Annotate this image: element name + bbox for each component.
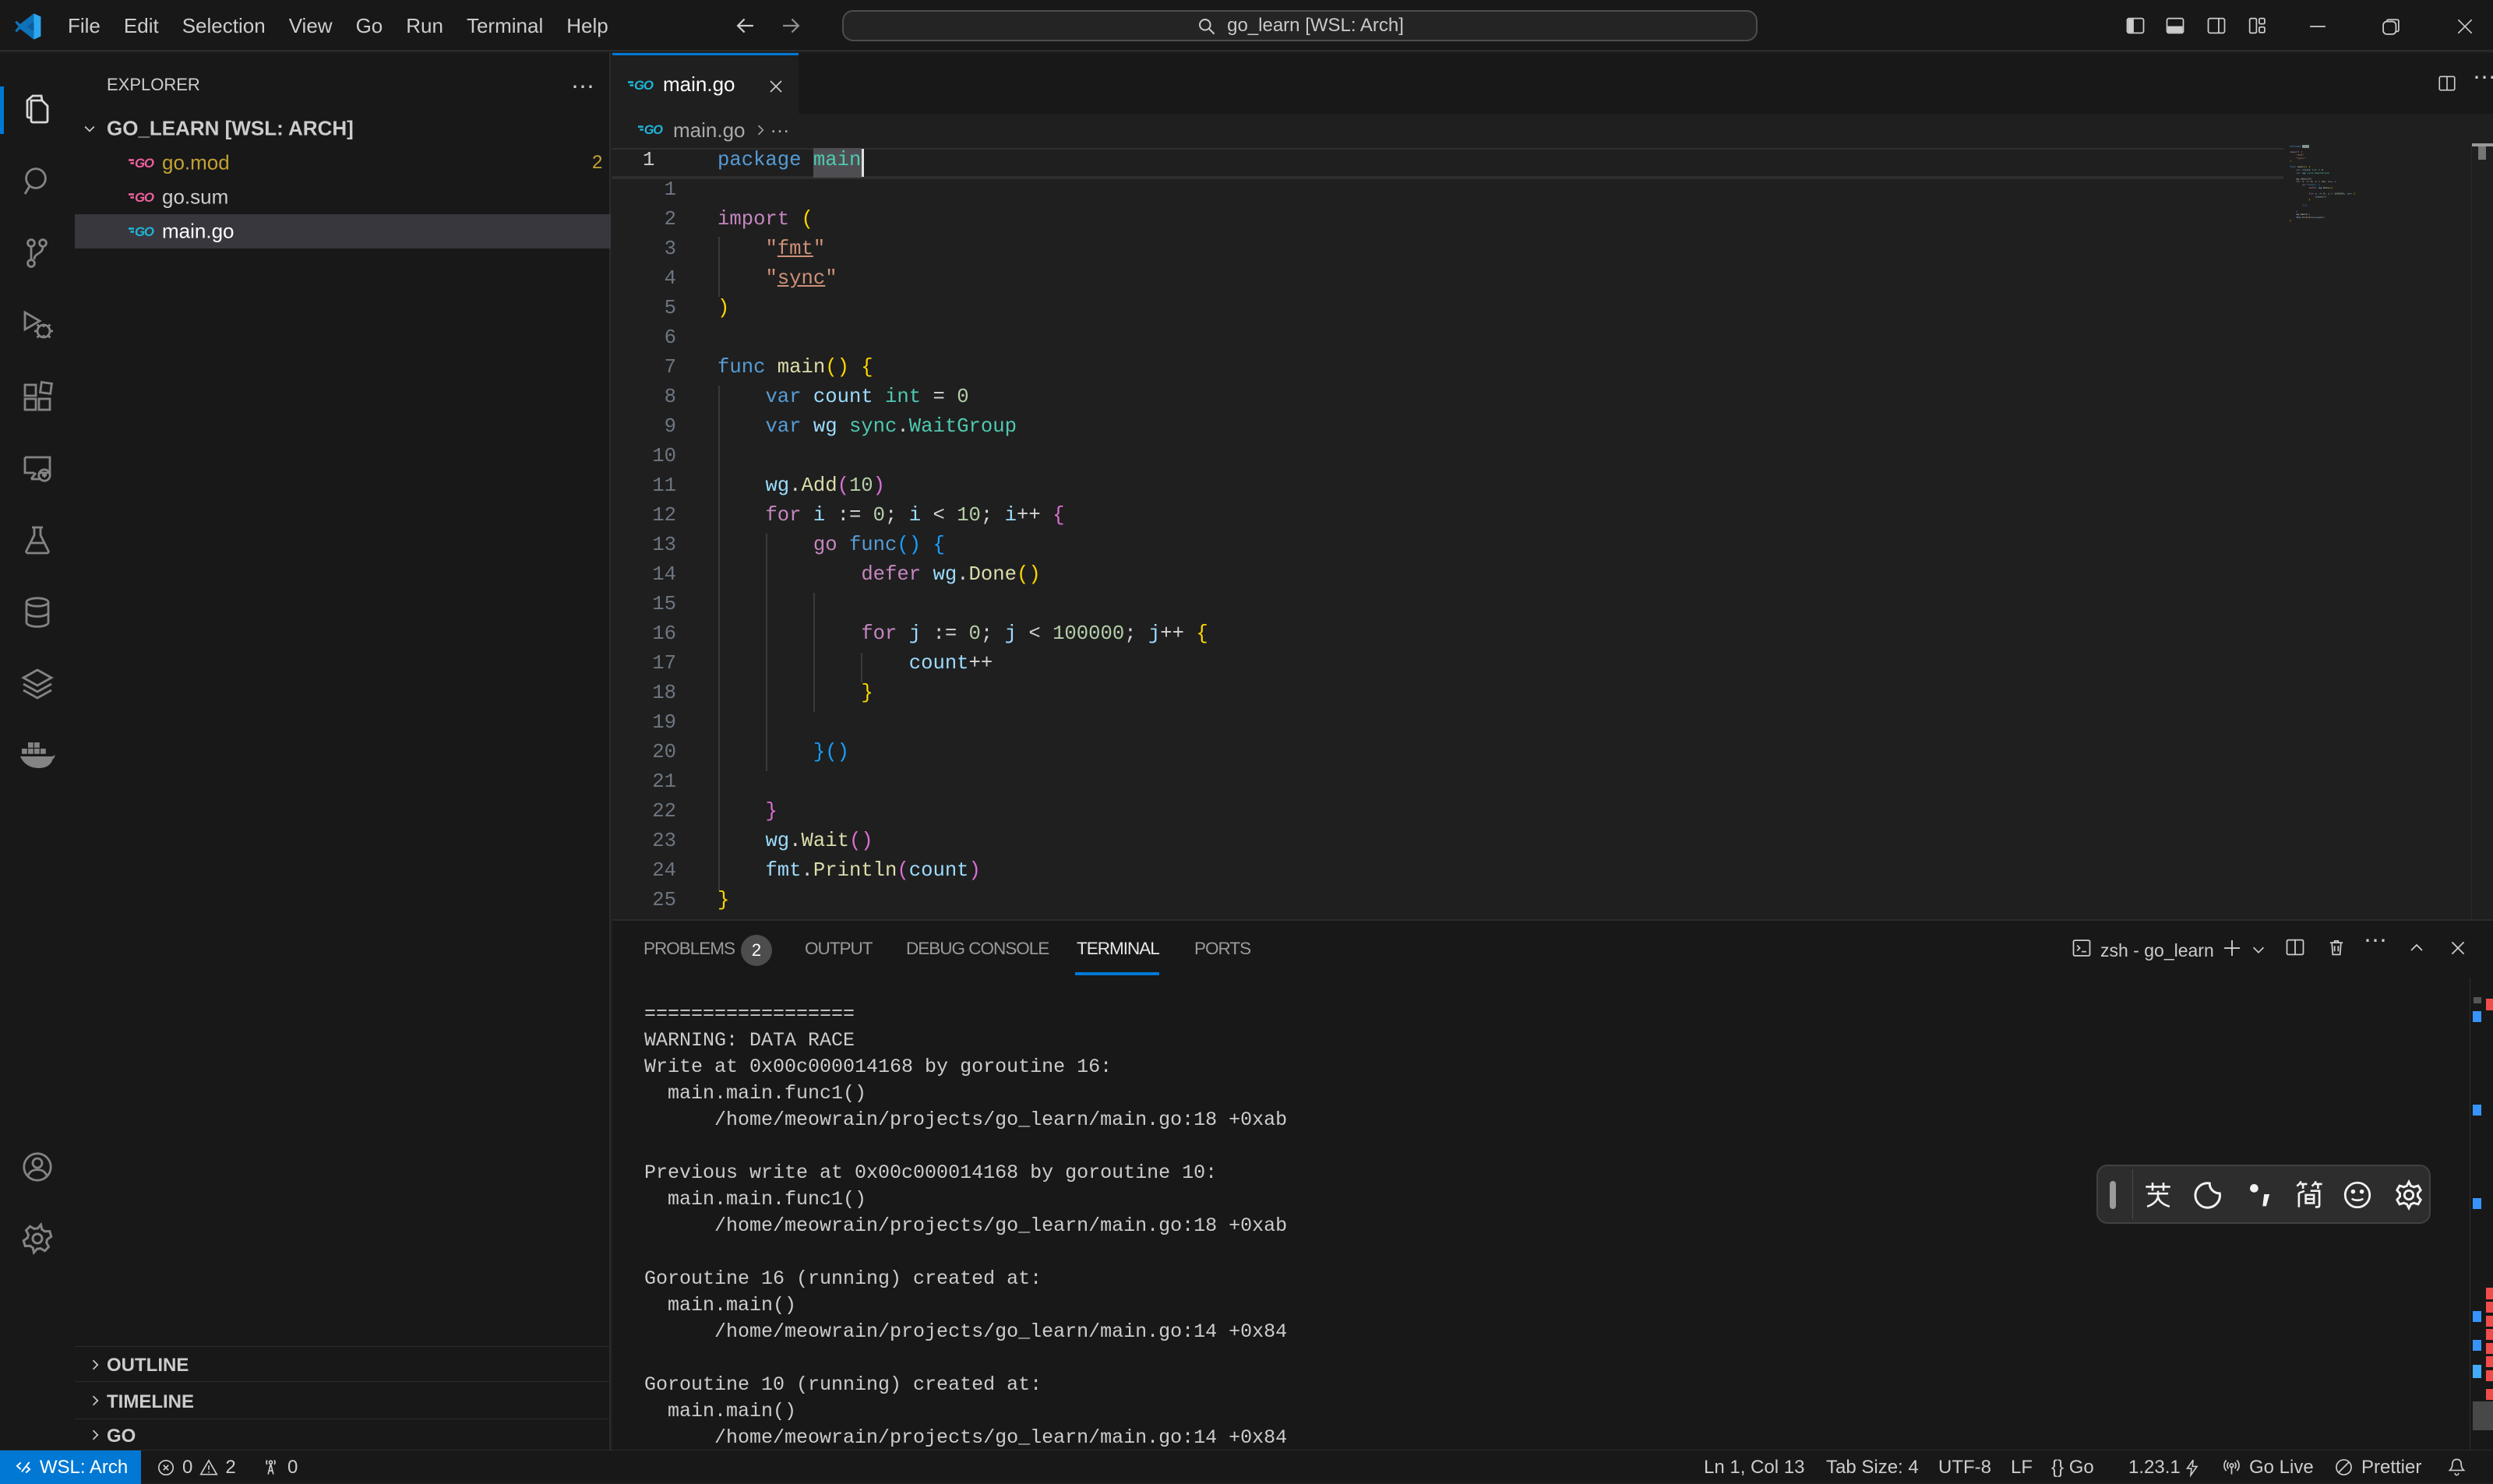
- svg-text:GO: GO: [644, 123, 663, 137]
- svg-text:GO: GO: [634, 78, 654, 93]
- svg-text:GO: GO: [135, 190, 154, 205]
- svg-text:GO: GO: [135, 224, 154, 239]
- svg-text:GO: GO: [135, 156, 154, 171]
